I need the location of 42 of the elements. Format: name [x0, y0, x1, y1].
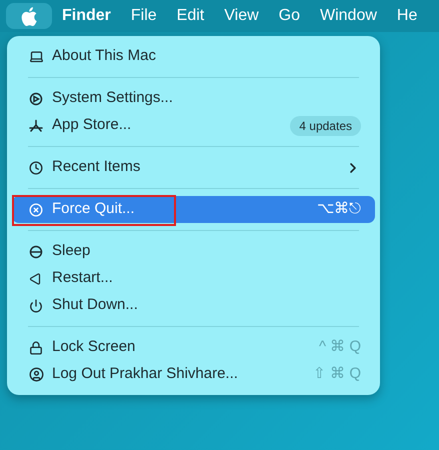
- half-circle-icon: [29, 244, 43, 258]
- triangle-icon: [29, 272, 41, 284]
- menu-item[interactable]: About This Mac: [12, 43, 375, 70]
- menu-item-label: Sleep: [52, 241, 90, 262]
- menu-item[interactable]: System Settings...: [12, 85, 375, 112]
- x-circle-icon: [29, 202, 43, 216]
- keyboard-shortcut: ^ ⌘ Q: [318, 337, 361, 358]
- menu-item-label: Recent Items: [52, 157, 140, 178]
- menu-bar-item[interactable]: Go: [276, 4, 302, 28]
- laptop-icon: [29, 49, 44, 64]
- apple-menu-button[interactable]: [6, 3, 52, 29]
- menu-bar-item[interactable]: He: [394, 4, 420, 28]
- menu-item[interactable]: Force Quit... ⌥⌘⎋: [12, 196, 375, 223]
- menu-item-label: Shut Down...: [52, 295, 138, 316]
- clock-icon: [29, 160, 43, 174]
- menu-item[interactable]: Log Out Prakhar Shivhare... ⇧ ⌘ Q: [12, 361, 375, 388]
- menu-bar-item[interactable]: Edit: [174, 4, 206, 28]
- menu-item[interactable]: Shut Down...: [12, 292, 375, 319]
- lock-icon: [29, 340, 43, 354]
- menu-item-label: About This Mac: [52, 46, 156, 66]
- menu-bar-item[interactable]: Window: [318, 4, 379, 28]
- menu-item[interactable]: Lock Screen ^ ⌘ Q: [12, 334, 375, 361]
- menu-item[interactable]: App Store... 4 updates: [12, 112, 375, 139]
- keyboard-shortcut: ⇧ ⌘ Q: [312, 364, 361, 384]
- menu-item-label: Force Quit...: [52, 199, 135, 220]
- apple-logo-icon: [21, 6, 37, 26]
- power-icon: [29, 298, 43, 312]
- menu-item-label: Restart...: [52, 268, 113, 288]
- user-circle-icon: [29, 367, 44, 382]
- menu-item-label: App Store...: [52, 115, 132, 136]
- menu-item[interactable]: Recent Items: [12, 154, 375, 181]
- menu-bar-item[interactable]: Finder: [60, 4, 113, 28]
- app-store-icon: [29, 118, 43, 132]
- menu-item-label: Log Out Prakhar Shivhare...: [52, 364, 238, 384]
- menu-bar-item[interactable]: File: [128, 4, 159, 28]
- menu-item[interactable]: Sleep: [12, 238, 375, 265]
- keyboard-shortcut: ⌥⌘⎋: [317, 199, 361, 220]
- menu-item-label: Lock Screen: [52, 337, 136, 358]
- menu-bar-item[interactable]: View: [222, 4, 261, 28]
- updates-count: 4 updates: [290, 116, 361, 136]
- menu-item[interactable]: Restart...: [12, 265, 375, 292]
- menu-item-label: System Settings...: [52, 88, 173, 108]
